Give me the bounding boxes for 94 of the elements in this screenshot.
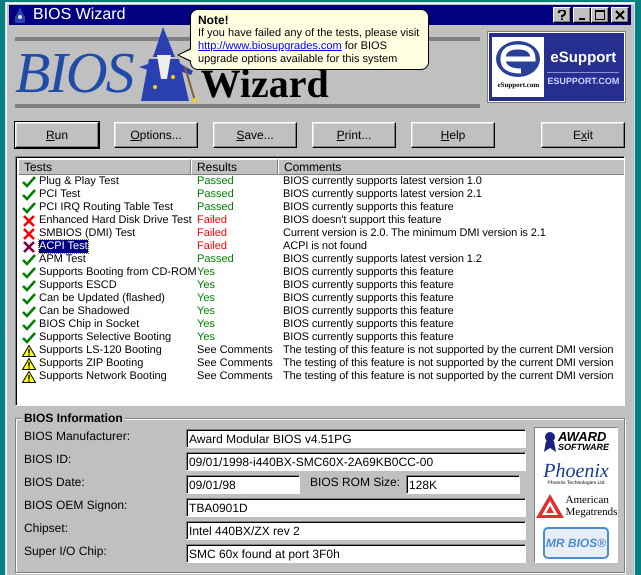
comment-text: BIOS currently supports this feature xyxy=(282,305,455,318)
test-name[interactable]: Enhanced Hard Disk Drive Test xyxy=(39,214,192,227)
action-button[interactable]: Run xyxy=(15,122,99,148)
result-text: Failed xyxy=(196,214,228,227)
comment-text: The testing of this feature is not supported by the current DMI version xyxy=(282,344,614,357)
action-button[interactable]: Save... xyxy=(213,122,297,148)
comment-text: BIOS currently supports this feature xyxy=(282,279,455,292)
minimize-icon xyxy=(579,18,585,20)
comment-text: BIOS currently supports latest version 1.2 xyxy=(282,253,483,266)
test-name[interactable]: Plug & Play Test xyxy=(39,175,119,188)
window-title: BIOS Wizard xyxy=(33,6,126,24)
result-text: Yes xyxy=(196,292,216,305)
field-label: Chipset: xyxy=(24,521,70,535)
result-text: Failed xyxy=(196,240,228,253)
test-name[interactable]: PCI Test xyxy=(39,188,80,201)
comment-text: Current version is 2.0. The minimum DMI version is 2.1 xyxy=(282,227,547,240)
column-header[interactable]: Comments xyxy=(278,159,624,175)
result-text: Passed xyxy=(196,175,235,188)
vendor-logo-text: AWARD xyxy=(558,432,606,442)
comment-text: BIOS currently supports this feature xyxy=(282,201,455,214)
value-field: 09/01/1998-i440BX-SMC60X-2A69KB0CC-00 xyxy=(186,452,526,470)
help-icon xyxy=(557,10,567,20)
action-button[interactable]: Exit xyxy=(541,122,625,148)
test-name[interactable]: Supports ZIP Booting xyxy=(39,357,144,370)
comment-text: BIOS currently supports this feature xyxy=(282,331,455,344)
logo-text: BIOS xyxy=(15,47,133,99)
test-name[interactable]: Supports ESCD xyxy=(39,279,117,292)
vendor-logo-text: American xyxy=(566,494,610,506)
vendor-logo-text: Phoenix xyxy=(543,460,609,481)
action-button[interactable]: Help xyxy=(411,122,495,148)
vendor-logo-badge: MR BIOS® xyxy=(543,526,609,559)
result-text: Failed xyxy=(196,227,228,240)
result-text: Passed xyxy=(196,188,235,201)
close-icon xyxy=(615,10,625,20)
comment-text: ACPI is not found xyxy=(282,240,368,253)
maximize-icon xyxy=(595,10,605,20)
test-name[interactable]: PCI IRQ Routing Table Test xyxy=(39,201,174,214)
result-text: Yes xyxy=(196,279,216,292)
test-name[interactable]: Can be Shadowed xyxy=(39,305,130,318)
close-button[interactable] xyxy=(611,7,629,23)
result-text: See Comments xyxy=(196,357,274,370)
logo-text: Wizard xyxy=(200,69,329,99)
action-button[interactable]: Options... xyxy=(114,122,198,148)
minimize-button[interactable] xyxy=(573,7,591,23)
ribbon-icon xyxy=(543,431,557,453)
column-header[interactable]: Results xyxy=(191,159,278,175)
group-title: BIOS Information xyxy=(22,411,125,425)
maximize-button[interactable] xyxy=(591,7,609,23)
comment-text: BIOS currently supports latest version 2.1 xyxy=(282,188,483,201)
result-text: Passed xyxy=(196,253,235,266)
field-label: Super I/O Chip: xyxy=(24,544,108,558)
field-label: BIOS OEM Signon: xyxy=(24,498,128,512)
field-label: BIOS Date: xyxy=(24,475,86,489)
test-name[interactable]: ACPI Test xyxy=(39,240,88,253)
comment-text: BIOS currently supports this feature xyxy=(282,292,455,305)
comment-text: BIOS currently supports this feature xyxy=(282,318,455,331)
value-field: SMC 60x found at port 3F0h xyxy=(186,544,526,562)
note-title: Note! xyxy=(198,13,230,27)
field-label: BIOS Manufacturer: xyxy=(24,429,132,443)
value-field: 128K xyxy=(406,474,520,494)
comment-text: The testing of this feature is not supported by the current DMI version xyxy=(282,357,614,370)
field-label: BIOS ROM Size: xyxy=(309,475,402,489)
vendor-logo-text: SOFTWARE xyxy=(558,442,609,452)
value-field: 09/01/98 xyxy=(186,474,300,494)
action-button[interactable]: Print... xyxy=(312,122,396,148)
esupport-url: ESUPPORT.COM xyxy=(547,72,620,86)
column-header[interactable]: Tests xyxy=(18,159,191,175)
value-field: Intel 440BX/ZX rev 2 xyxy=(186,520,526,540)
comment-text: BIOS currently supports latest version 1.0 xyxy=(282,175,483,188)
test-name[interactable]: Supports LS-120 Booting xyxy=(39,344,162,357)
note-text: If you have failed any of the tests, please visit http://www.biosupgrades.com for BIOS upgrade options available for this system xyxy=(198,27,420,66)
result-text: Passed xyxy=(196,201,235,214)
comment-text: BIOS doesn't support this feature xyxy=(282,214,442,227)
help-button[interactable] xyxy=(553,7,571,23)
field-label: BIOS ID: xyxy=(24,452,72,466)
result-text: Yes xyxy=(196,331,216,344)
test-name[interactable]: Supports Booting from CD-ROM xyxy=(39,266,197,279)
test-name[interactable]: Supports Selective Booting xyxy=(39,331,172,344)
value-field: Award Modular BIOS v4.51PG xyxy=(186,428,526,448)
vendor-logo-text: Megatrends xyxy=(566,506,618,518)
website-link[interactable]: http://www.biosupgrades.com xyxy=(198,40,342,52)
test-name[interactable]: Supports Network Booting xyxy=(39,370,167,383)
comment-text: The testing of this feature is not supported by the current DMI version xyxy=(282,370,614,383)
result-text: Yes xyxy=(196,318,216,331)
result-text: Yes xyxy=(196,305,216,318)
test-name[interactable]: APM Test xyxy=(39,253,86,266)
comment-text: BIOS currently supports this feature xyxy=(282,266,455,279)
result-text: See Comments xyxy=(196,344,274,357)
esupport-title: eSupport xyxy=(550,48,616,66)
test-name[interactable]: SMBIOS (DMI) Test xyxy=(39,227,136,240)
test-name[interactable]: BIOS Chip in Socket xyxy=(39,318,140,331)
value-field: TBA0901D xyxy=(186,498,526,516)
test-name[interactable]: Can be Updated (flashed) xyxy=(39,292,165,305)
result-text: See Comments xyxy=(196,370,274,383)
